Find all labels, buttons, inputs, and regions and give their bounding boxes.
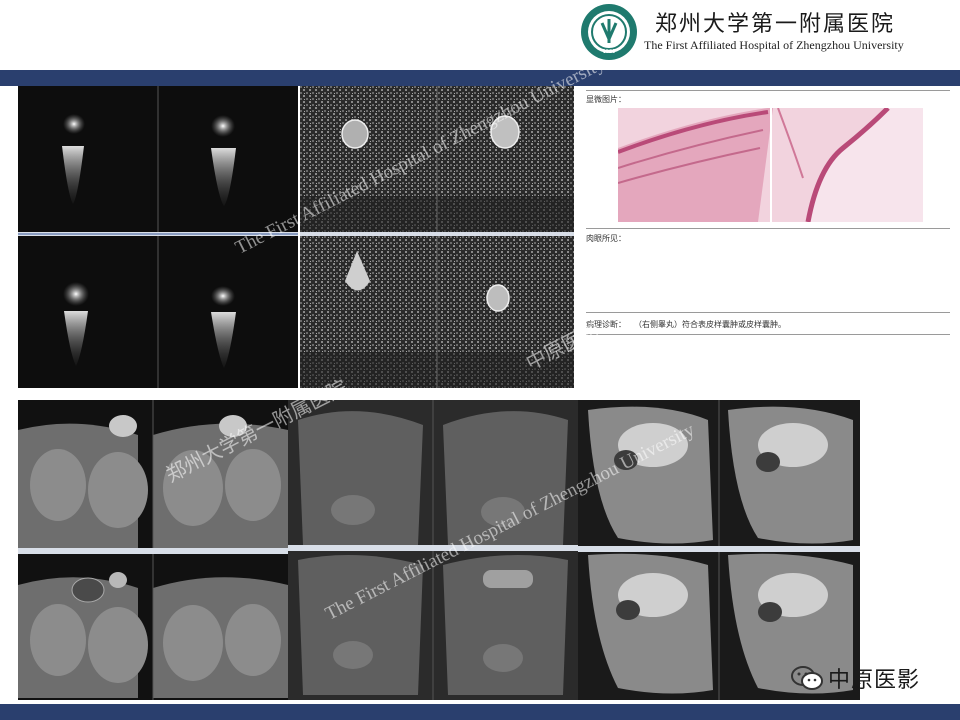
histology-image [618, 108, 923, 222]
svg-text:1928: 1928 [603, 49, 616, 55]
pathology-report: 显微图片： 肉眼所见： 病理诊断： （右侧睾丸）符合表皮样囊肿或皮样囊肿。 [578, 86, 950, 390]
report-divider [586, 228, 950, 229]
mri-panel-t1-axial [18, 400, 288, 700]
mri-panel-dwi-coronal [18, 86, 298, 388]
chat-bubble-icon [791, 666, 823, 690]
gross-label: 肉眼所见： [586, 234, 626, 243]
hospital-name-cn: 郑州大学第一附属医院 [655, 12, 896, 37]
diagnosis-text: （右侧睾丸）符合表皮样囊肿或皮样囊肿。 [634, 320, 786, 329]
mri-panel-adc-axial [300, 86, 574, 388]
hospital-logo-icon: 1928 [581, 4, 637, 60]
page-header: 1928 郑州大学第一附属医院 The First Affiliated Hos… [0, 0, 960, 70]
report-divider [586, 312, 950, 313]
report-divider [586, 90, 950, 91]
mri-panel-t1-coronal [288, 400, 578, 700]
brand-badge: 中原医影 [790, 662, 920, 694]
hospital-name-en: The First Affiliated Hospital of Zhengzh… [644, 38, 904, 52]
report-divider [586, 334, 950, 335]
brand-label: 中原医影 [828, 668, 921, 693]
mri-panel-t1-sagittal [578, 400, 860, 700]
footer-band [0, 704, 960, 720]
micro-label: 显微图片： [586, 95, 626, 104]
header-band [0, 70, 960, 86]
diagnosis-label: 病理诊断： [586, 320, 626, 329]
